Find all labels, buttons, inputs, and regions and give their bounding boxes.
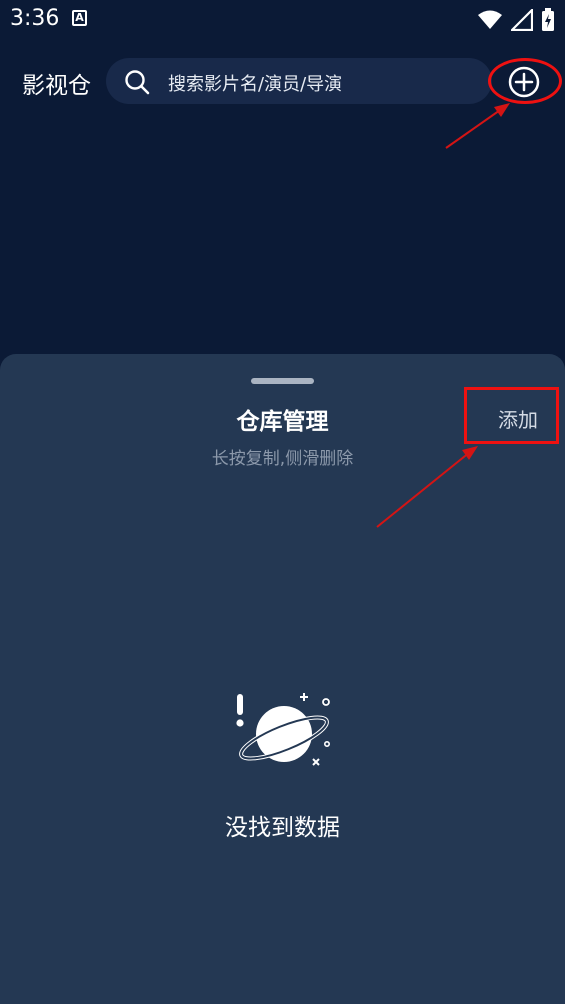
drag-handle[interactable] [251, 378, 314, 384]
status-time: 3:36 [10, 6, 60, 31]
signal-icon [511, 9, 533, 31]
empty-state-text: 没找到数据 [225, 815, 340, 841]
warehouse-management-sheet: 仓库管理 长按复制,侧滑删除 添加 没找到数据 [0, 354, 565, 1004]
search-input[interactable]: 搜索影片名/演员/导演 [106, 58, 492, 104]
status-icons [477, 8, 555, 32]
battery-icon [542, 8, 554, 31]
search-icon [125, 70, 150, 95]
sheet-subtitle: 长按复制,侧滑删除 [211, 449, 354, 469]
wifi-icon [478, 10, 502, 29]
planet-icon [236, 693, 331, 766]
annotation-arrow-top [445, 107, 504, 149]
annotation-highlight-ellipse [488, 58, 562, 104]
notification-app-icon: A [72, 10, 87, 26]
annotation-highlight-rect [464, 387, 559, 444]
annotation-arrowhead-top [494, 103, 510, 117]
status-bar: 3:36 A [0, 0, 565, 40]
search-placeholder: 搜索影片名/演员/导演 [168, 74, 343, 95]
app-title: 影视仓 [22, 73, 91, 99]
